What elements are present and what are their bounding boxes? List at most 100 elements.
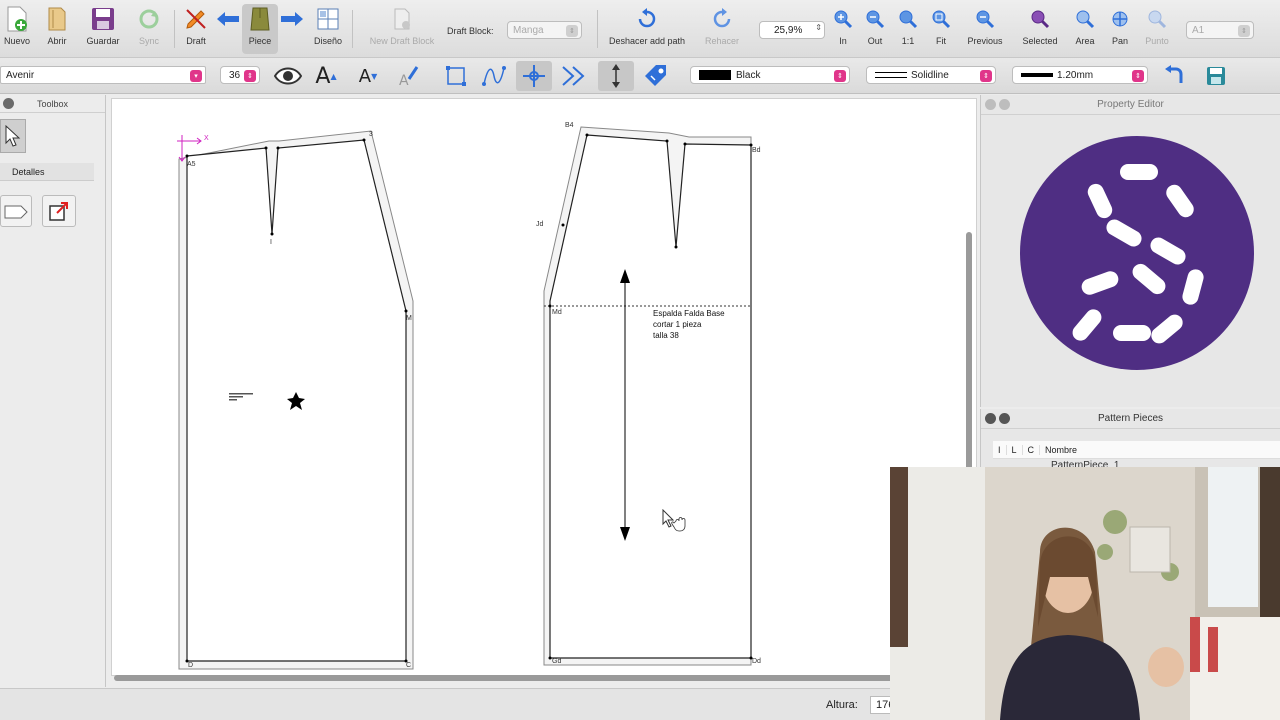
piece-label-line: Espalda Falda Base [653, 309, 725, 318]
new-file-icon [2, 4, 32, 34]
close-icon[interactable] [985, 413, 996, 424]
sync-button[interactable]: Sync [134, 4, 164, 54]
font-color-icon[interactable]: A [390, 61, 426, 91]
zoom-area-button[interactable]: Area [1071, 4, 1099, 54]
paper-size-select[interactable]: A1 ⇕ [1186, 21, 1254, 39]
zoom-value-field[interactable]: 25,9% ⇕ [759, 21, 825, 39]
draft-block-label: Draft Block: [447, 26, 494, 36]
curve-path-icon[interactable] [476, 61, 512, 91]
axis-label-x: X [204, 135, 209, 142]
font-size-select[interactable]: 36 ⇕ [220, 66, 260, 84]
export-tool-button[interactable] [42, 195, 76, 227]
zoom-selected-button[interactable]: Selected [1017, 4, 1063, 54]
point-label-M: M [406, 315, 412, 322]
line-color-select[interactable]: Black ⇕ [690, 66, 850, 84]
point-label-D: D [188, 662, 194, 669]
zoom-in-icon [828, 4, 858, 34]
property-editor-panel: Property Editor [980, 95, 1280, 407]
undo-button[interactable]: Deshacer add path [606, 4, 688, 54]
piece-icon [245, 4, 275, 34]
main-toolbar: Nuevo Abrir Guardar Sync Draft Piece Dis… [0, 0, 1280, 58]
draft-block-select[interactable]: Manga ⇕ [507, 21, 582, 39]
zoom-out-icon [860, 4, 890, 34]
zoom-selected-icon [1025, 4, 1055, 34]
column-header[interactable]: Nombre [1040, 445, 1082, 455]
save-button[interactable]: Guardar [84, 4, 122, 54]
decrease-font-icon[interactable]: A ▼ [350, 61, 386, 91]
drawing-canvas[interactable]: A5 3 I M D C X B4 Bd Jd Md Gd Dd Espalda… [111, 98, 977, 676]
detalles-tab[interactable]: Detalles [0, 163, 94, 181]
point-label-C: C [406, 662, 412, 669]
point-label-A5: A5 [187, 161, 196, 168]
column-header[interactable]: C [1023, 444, 1041, 455]
open-button[interactable]: Abrir [42, 4, 72, 54]
point-label-I: I [270, 239, 272, 246]
open-folder-icon [42, 4, 72, 34]
pan-button[interactable]: Pan [1106, 4, 1134, 54]
line-weight-swatch [1021, 73, 1053, 77]
toolbox-panel: Toolbox Detalles [0, 95, 106, 687]
line-weight-select[interactable]: 1.20mm ⇕ [1012, 66, 1148, 84]
layout-grid-icon [313, 4, 343, 34]
pattern-pieces-panel: Pattern Pieces I L C Nombre PatternPiece… [980, 409, 1280, 471]
piece-mode-button[interactable]: Piece [242, 4, 278, 54]
reset-arrow-icon[interactable] [1156, 61, 1192, 91]
chevron-down-icon: ▾ [190, 70, 202, 82]
pan-icon [1105, 4, 1135, 34]
redo-button[interactable]: Rehacer [702, 4, 742, 54]
line-style-select[interactable]: Solidline ⇕ [866, 66, 996, 84]
save-properties-icon[interactable] [1198, 61, 1234, 91]
font-family-select[interactable]: Avenir ▾ [0, 66, 206, 84]
zoom-area-icon [1070, 4, 1100, 34]
new-button[interactable]: Nuevo [2, 4, 32, 54]
point-label-Bd: Bd [752, 147, 761, 154]
separator [174, 10, 175, 48]
undo-icon [632, 4, 662, 34]
new-draft-block-button[interactable]: New Draft Block [366, 4, 438, 54]
pointer-tool-button[interactable] [0, 119, 26, 153]
increase-font-icon[interactable]: A ▲ [308, 61, 344, 91]
webcam-video-image [890, 467, 1280, 720]
visibility-eye-icon[interactable] [270, 61, 306, 91]
cursor-arrow-icon [5, 125, 21, 147]
bounding-box-icon[interactable] [438, 61, 474, 91]
tag-label-icon[interactable] [638, 61, 674, 91]
zoom-fit-icon [926, 4, 956, 34]
zoom-fit-button[interactable]: Fit [928, 4, 954, 54]
pattern-pieces-header: Pattern Pieces [981, 409, 1280, 429]
point-label-Jd: Jd [536, 221, 544, 228]
grainline-icon[interactable] [598, 61, 634, 91]
close-icon[interactable] [3, 98, 14, 109]
stepper-icon: ⇕ [815, 23, 822, 32]
point-label-B4: B4 [565, 122, 574, 129]
draft-mode-button[interactable]: Draft [180, 4, 212, 54]
close-icon[interactable] [985, 99, 996, 110]
float-icon[interactable] [999, 413, 1010, 424]
float-icon[interactable] [999, 99, 1010, 110]
zoom-previous-button[interactable]: Previous [962, 4, 1008, 54]
arrow-left-icon[interactable] [216, 4, 240, 54]
column-header[interactable]: L [1007, 444, 1023, 455]
new-draft-block-icon [387, 4, 417, 34]
piece-tool-button[interactable] [0, 195, 32, 227]
toolbox-header: Toolbox [0, 95, 105, 113]
zoom-1to1-button[interactable]: 1:1 [895, 4, 921, 54]
layout-mode-button[interactable]: Diseño [310, 4, 346, 54]
piece-label-line: talla 38 [653, 331, 679, 340]
line-style-swatch [875, 72, 907, 78]
back-skirt-piece[interactable] [543, 126, 752, 666]
pattern-drawing [177, 126, 753, 670]
chevron-updown-icon: ⇕ [1238, 25, 1250, 37]
format-toolbar: Avenir ▾ 36 ⇕ A ▲ A ▼ A Black ⇕ Solidline … [0, 58, 1280, 94]
horizontal-scrollbar[interactable] [114, 675, 894, 681]
notch-chevrons-icon[interactable] [556, 61, 592, 91]
column-header[interactable]: I [993, 444, 1007, 455]
zoom-out-button[interactable]: Out [862, 4, 888, 54]
point-zoom-button[interactable]: Punto [1142, 4, 1172, 54]
zoom-actual-icon [893, 4, 923, 34]
zoom-in-button[interactable]: In [830, 4, 856, 54]
back-piece-label[interactable]: Espalda Falda Base cortar 1 pieza talla … [653, 308, 725, 341]
save-disk-icon [88, 4, 118, 34]
arrow-right-icon[interactable] [280, 4, 304, 54]
crosshair-point-icon[interactable] [516, 61, 552, 91]
